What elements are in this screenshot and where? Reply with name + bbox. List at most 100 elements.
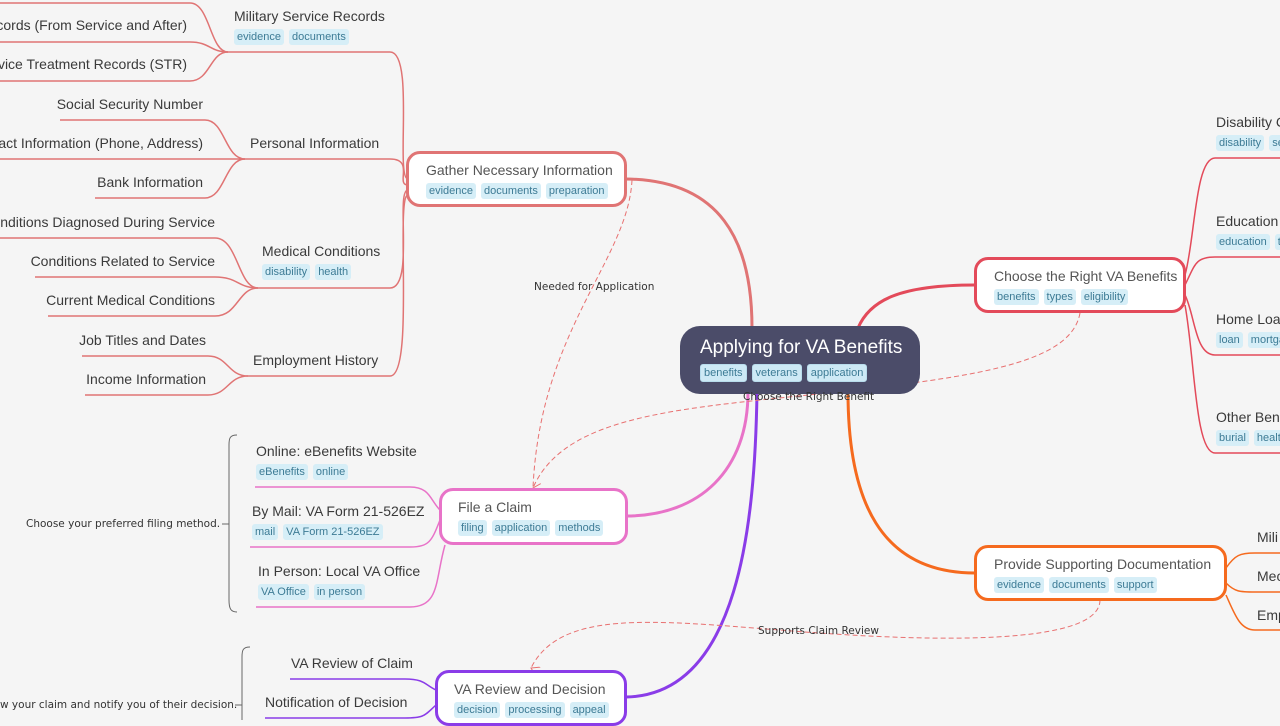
tag: loan	[1216, 332, 1243, 348]
tag: filing	[458, 520, 487, 536]
tag: documents	[289, 29, 349, 45]
leaf-node[interactable]: Social Security Number	[57, 94, 203, 114]
tag: education	[1216, 234, 1270, 250]
va-review-node[interactable]: VA Review of Claim	[291, 653, 413, 673]
choose-node[interactable]: Choose the Right VA Benefits benefits ty…	[974, 257, 1186, 313]
node-title: In Person: Local VA Office	[258, 563, 421, 579]
support-child-node[interactable]: Emp	[1257, 605, 1280, 625]
review-node[interactable]: VA Review and Decision decision processi…	[435, 670, 627, 726]
root-title: Applying for VA Benefits	[700, 337, 903, 358]
edge-root-support	[846, 391, 976, 575]
tag: health	[315, 264, 352, 280]
node-title: Disability C	[1216, 114, 1280, 130]
leaf-node[interactable]: Job Titles and Dates	[79, 330, 206, 350]
leaf-node[interactable]: Income Information	[86, 369, 206, 389]
node-title: Records (From Service and After)	[0, 17, 187, 33]
leaf-node[interactable]: Service Treatment Records (STR)	[0, 54, 187, 74]
notification-node[interactable]: Notification of Decision	[265, 692, 407, 712]
tag: support	[1113, 577, 1157, 593]
node-title: Emp	[1257, 607, 1280, 623]
tag: evidence	[234, 29, 285, 45]
node-title: Notification of Decision	[265, 694, 408, 710]
leaf-node[interactable]: Conditions Diagnosed During Service	[0, 212, 215, 232]
military-records-node[interactable]: Military Service Records evidence docume…	[234, 6, 385, 45]
node-title: VA Review of Claim	[291, 655, 413, 671]
support-title: Provide Supporting Documentation	[994, 556, 1212, 572]
root-node[interactable]: Applying for VA Benefits benefits vetera…	[680, 326, 920, 394]
tag: documents	[481, 183, 541, 199]
relation-label-needed: Needed for Application	[534, 281, 655, 293]
node-title: Bank Information	[97, 174, 203, 190]
tag: VA Form 21-526EZ	[283, 524, 383, 540]
tag: eBenefits	[256, 464, 308, 480]
tag: disability	[262, 264, 311, 280]
mail-node[interactable]: By Mail: VA Form 21-526EZ mail VA Form 21…	[252, 501, 424, 540]
edge-root-choose	[856, 283, 976, 329]
edge-root-gather	[625, 177, 754, 329]
tag: application	[491, 520, 551, 536]
node-title: Employment History	[253, 352, 379, 368]
node-title: Military Service Records	[234, 8, 385, 24]
tag: t	[1274, 234, 1280, 250]
tag: documents	[1049, 577, 1109, 593]
tag: in person	[313, 584, 366, 600]
file-title: File a Claim	[458, 499, 532, 515]
online-node[interactable]: Online: eBenefits Website eBenefits onlin…	[256, 441, 417, 480]
tag: benefits	[700, 364, 747, 382]
gather-node[interactable]: Gather Necessary Information evidence do…	[406, 151, 627, 207]
support-child-node[interactable]: Mili	[1257, 527, 1278, 547]
leaf-node[interactable]: Bank Information	[97, 172, 203, 192]
personal-info-node[interactable]: Personal Information	[250, 133, 379, 153]
node-title: Education	[1216, 213, 1279, 229]
tag: evidence	[426, 183, 477, 199]
leaf-node[interactable]: Current Medical Conditions	[46, 290, 215, 310]
support-doc-node[interactable]: Provide Supporting Documentation evidenc…	[974, 545, 1227, 601]
tag: appeal	[569, 702, 609, 718]
tag: benefits	[994, 289, 1039, 305]
employment-history-node[interactable]: Employment History	[253, 350, 378, 370]
review-title: VA Review and Decision	[454, 681, 606, 697]
node-title: Online: eBenefits Website	[256, 443, 417, 459]
other-benefits-node[interactable]: Other Bene burialhealt	[1216, 407, 1280, 446]
leaf-node[interactable]: Conditions Related to Service	[31, 251, 215, 271]
node-title: Social Security Number	[56, 96, 203, 112]
node-title: Personal Information	[250, 135, 380, 151]
node-title: By Mail: VA Form 21-526EZ	[252, 503, 425, 519]
tag: types	[1043, 289, 1076, 305]
node-title: Service Treatment Records (STR)	[0, 56, 187, 72]
node-title: Medical Conditions	[262, 243, 381, 259]
in-person-node[interactable]: In Person: Local VA Office VA Office in p…	[258, 561, 420, 600]
node-title: Conditions Related to Service	[30, 253, 215, 269]
tag: evidence	[994, 577, 1045, 593]
leaf-node[interactable]: Contact Information (Phone, Address)	[0, 133, 203, 153]
medical-conditions-node[interactable]: Medical Conditions disability health	[262, 241, 380, 280]
node-title: Contact Information (Phone, Address)	[0, 135, 203, 151]
home-loan-node[interactable]: Home Loar loanmortga	[1216, 309, 1280, 348]
tag: healt	[1253, 430, 1280, 446]
tag: mail	[252, 524, 279, 540]
tag: eligibility	[1080, 289, 1129, 305]
tag: preparation	[545, 183, 608, 199]
support-child-node[interactable]: Mec	[1257, 566, 1280, 586]
edge-root-file	[625, 391, 750, 518]
node-title: Current Medical Conditions	[46, 292, 215, 308]
relation-label-choose: Choose the Right Benefit	[743, 391, 875, 403]
node-title: Job Titles and Dates	[79, 332, 206, 348]
file-claim-node[interactable]: File a Claim filing application methods	[439, 488, 628, 545]
review-summary-note: w your claim and notify you of their dec…	[0, 699, 238, 711]
tag: burial	[1216, 430, 1249, 446]
tag: mortga	[1247, 332, 1280, 348]
choose-title: Choose the Right VA Benefits	[994, 268, 1178, 284]
education-node[interactable]: Education education t	[1216, 211, 1280, 250]
tag: VA Office	[258, 584, 309, 600]
edge-root-review	[625, 391, 759, 699]
leaf-node[interactable]: Records (From Service and After)	[0, 15, 187, 35]
tag: se	[1269, 135, 1280, 151]
relation-needed-line	[533, 179, 633, 488]
disability-node[interactable]: Disability C disabilityse	[1216, 112, 1280, 151]
tag: decision	[454, 702, 501, 718]
node-title: Conditions Diagnosed During Service	[0, 214, 215, 230]
node-title: Mec	[1257, 568, 1280, 584]
node-title: Income Information	[86, 371, 206, 387]
file-bracket	[222, 434, 238, 613]
